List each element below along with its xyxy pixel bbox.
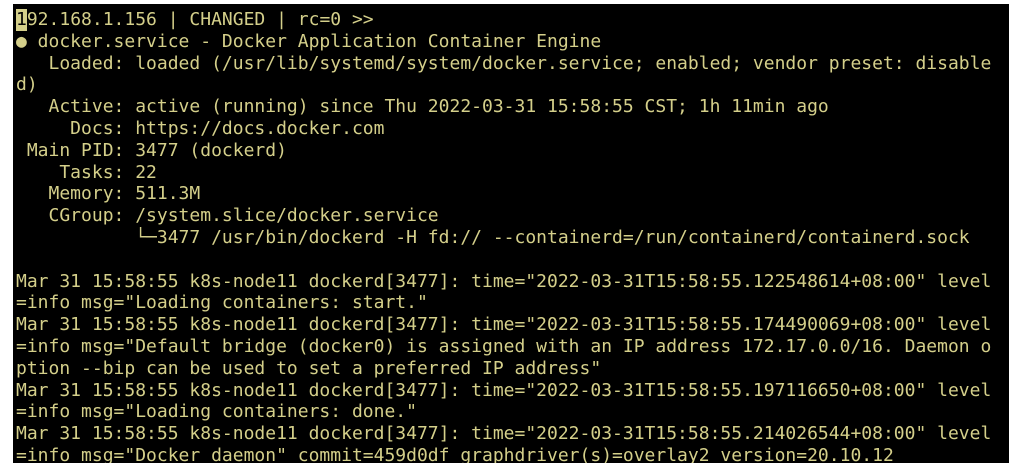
terminal-line: └─3477 /usr/bin/dockerd -H fd:// --conta… <box>16 226 970 248</box>
terminal-line: =info msg="Loading containers: done." <box>16 401 417 423</box>
terminal-line: Docs: https://docs.docker.com <box>16 117 385 139</box>
terminal-line: CGroup: /system.slice/docker.service <box>16 205 439 227</box>
ansible-result-header: 92.168.1.156 | CHANGED | rc=0 >> <box>26 9 374 30</box>
terminal-line: d) <box>16 74 38 96</box>
terminal-line: Tasks: 22 <box>16 161 157 183</box>
terminal-output: 192.168.1.156 | CHANGED | rc=0 >> ● dock… <box>16 9 1009 463</box>
terminal-line: Active: active (running) since Thu 2022-… <box>16 96 829 118</box>
terminal-line: Mar 31 15:58:55 k8s-node11 dockerd[3477]… <box>16 423 992 445</box>
terminal-line: ption --bip can be used to set a preferr… <box>16 357 602 379</box>
terminal-line: =info msg="Default bridge (docker0) is a… <box>16 335 992 357</box>
terminal-line: Mar 31 15:58:55 k8s-node11 dockerd[3477]… <box>16 270 992 292</box>
terminal-line: ● docker.service - Docker Application Co… <box>16 30 602 52</box>
terminal-header-line: 192.168.1.156 | CHANGED | rc=0 >> <box>16 9 1009 31</box>
terminal-line: Loaded: loaded (/usr/lib/systemd/system/… <box>16 52 992 74</box>
terminal-line: Mar 31 15:58:55 k8s-node11 dockerd[3477]… <box>16 379 992 401</box>
terminal-line: Memory: 511.3M <box>16 183 201 205</box>
text-cursor: 1 <box>16 9 27 31</box>
terminal-line: =info msg="Docker daemon" commit=459d0df… <box>16 444 894 463</box>
terminal-line: =info msg="Loading containers: start." <box>16 292 428 314</box>
terminal-window[interactable]: 192.168.1.156 | CHANGED | rc=0 >> ● dock… <box>13 4 1009 463</box>
terminal-line: Mar 31 15:58:55 k8s-node11 dockerd[3477]… <box>16 314 992 336</box>
terminal-line: Main PID: 3477 (dockerd) <box>16 139 287 161</box>
